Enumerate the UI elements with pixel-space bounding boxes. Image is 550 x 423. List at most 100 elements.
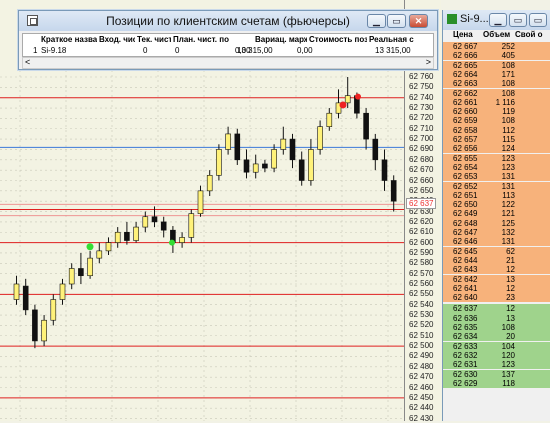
ask-row[interactable]: 62 649 121: [443, 209, 550, 219]
row-price[interactable]: 62 633: [453, 342, 477, 351]
row-price[interactable]: 62 644: [453, 256, 477, 265]
ask-row[interactable]: 62 641 12: [443, 283, 550, 293]
maximize-button[interactable]: ▭: [387, 14, 406, 28]
horizontal-scrollbar[interactable]: < >: [22, 57, 434, 69]
order-book-minimize-button[interactable]: ▁: [489, 13, 507, 27]
column-header-real[interactable]: Реальная с: [369, 35, 433, 44]
row-price[interactable]: 62 629: [453, 379, 477, 388]
ask-row[interactable]: 62 651 113: [443, 190, 550, 200]
row-price[interactable]: 62 649: [453, 209, 477, 218]
row-price[interactable]: 62 632: [453, 351, 477, 360]
ask-row[interactable]: 62 660 119: [443, 107, 550, 117]
row-volume[interactable]: 12: [489, 304, 515, 313]
row-price[interactable]: 62 667: [453, 42, 477, 51]
ask-row[interactable]: 62 648 125: [443, 218, 550, 228]
ask-row[interactable]: 62 659 108: [443, 116, 550, 126]
row-volume[interactable]: 121: [489, 209, 515, 218]
row-price[interactable]: 62 643: [453, 265, 477, 274]
row-price[interactable]: 62 645: [453, 247, 477, 256]
bid-row[interactable]: 62 631 123: [443, 360, 550, 370]
row-volume[interactable]: 104: [489, 342, 515, 351]
column-header-name[interactable]: Краткое название: [41, 35, 97, 44]
row-volume[interactable]: 137: [489, 370, 515, 379]
row-price[interactable]: 62 659: [453, 116, 477, 125]
order-book-window[interactable]: Si-9... ▁ ▭ ▭ Цена Объем Свой о 62 667 25…: [442, 10, 550, 421]
column-header-planned[interactable]: План. чист. поз.: [173, 35, 229, 44]
row-volume[interactable]: 124: [489, 144, 515, 153]
bid-row[interactable]: 62 629 118: [443, 378, 550, 388]
positions-window-titlebar[interactable]: Позиции по клиентским счетам (фьючерсы) …: [19, 11, 437, 31]
ask-row[interactable]: 62 661 1 116: [443, 97, 550, 107]
ask-row[interactable]: 62 645 62: [443, 246, 550, 256]
cell-name[interactable]: Si-9.18: [41, 46, 66, 55]
row-volume[interactable]: 120: [489, 351, 515, 360]
scroll-left-arrow[interactable]: <: [25, 57, 30, 67]
row-price[interactable]: 62 650: [453, 200, 477, 209]
bid-row[interactable]: 62 632 120: [443, 350, 550, 361]
cell-margin[interactable]: 13 315,00: [237, 46, 273, 55]
ask-row[interactable]: 62 640 23: [443, 293, 550, 303]
ask-row[interactable]: 62 662 108: [443, 88, 550, 98]
row-price[interactable]: 62 652: [453, 182, 477, 191]
row-price[interactable]: 62 636: [453, 314, 477, 323]
ask-row[interactable]: 62 646 131: [443, 237, 550, 247]
row-volume[interactable]: 115: [489, 135, 515, 144]
ask-row[interactable]: 62 665 108: [443, 60, 550, 70]
row-volume[interactable]: 13: [489, 275, 515, 284]
header-price[interactable]: Цена: [453, 30, 473, 39]
row-price[interactable]: 62 655: [453, 154, 477, 163]
column-header-current[interactable]: Тек. чист: [137, 35, 171, 44]
cell-real[interactable]: 13 315,00: [375, 46, 411, 55]
row-price[interactable]: 62 653: [453, 172, 477, 181]
cell-entry[interactable]: 0: [143, 46, 147, 55]
row-price[interactable]: 62 662: [453, 89, 477, 98]
order-book-titlebar[interactable]: Si-9... ▁ ▭ ▭: [443, 10, 550, 30]
positions-table[interactable]: Краткое название Вход. чист Тек. чист Пл…: [22, 33, 434, 57]
column-header-value[interactable]: Стоимость позиции: [309, 35, 367, 44]
header-volume[interactable]: Объем: [483, 30, 510, 39]
row-price[interactable]: 62 663: [453, 79, 477, 88]
row-price[interactable]: 62 640: [453, 293, 477, 302]
row-volume[interactable]: 108: [489, 323, 515, 332]
row-volume[interactable]: 1 116: [489, 98, 515, 107]
row-volume[interactable]: 21: [489, 256, 515, 265]
row-price[interactable]: 62 634: [453, 332, 477, 341]
ask-row[interactable]: 62 663 108: [443, 79, 550, 89]
row-volume[interactable]: 20: [489, 332, 515, 341]
row-price[interactable]: 62 658: [453, 126, 477, 135]
row-volume[interactable]: 131: [489, 237, 515, 246]
row-volume[interactable]: 123: [489, 154, 515, 163]
scroll-right-arrow[interactable]: >: [426, 57, 431, 67]
row-price[interactable]: 62 641: [453, 284, 477, 293]
row-volume[interactable]: 125: [489, 219, 515, 228]
row-price[interactable]: 62 664: [453, 70, 477, 79]
ask-row[interactable]: 62 656 124: [443, 144, 550, 154]
cell-value[interactable]: 0,00: [297, 46, 313, 55]
bid-row[interactable]: 62 637 12: [443, 304, 550, 314]
ask-row[interactable]: 62 666 405: [443, 51, 550, 61]
row-volume[interactable]: 131: [489, 182, 515, 191]
ask-row[interactable]: 62 664 171: [443, 69, 550, 80]
row-volume[interactable]: 113: [489, 191, 515, 200]
ask-row[interactable]: 62 655 123: [443, 153, 550, 163]
ask-row[interactable]: 62 657 115: [443, 135, 550, 145]
column-header-margin[interactable]: Вариац. маржа: [255, 35, 307, 44]
ask-row[interactable]: 62 667 252: [443, 42, 550, 52]
row-price[interactable]: 62 651: [453, 191, 477, 200]
row-volume[interactable]: 252: [489, 42, 515, 51]
row-price[interactable]: 62 665: [453, 61, 477, 70]
ask-row[interactable]: 62 647 132: [443, 228, 550, 238]
ask-row[interactable]: 62 643 12: [443, 265, 550, 275]
row-volume[interactable]: 123: [489, 163, 515, 172]
row-volume[interactable]: 122: [489, 200, 515, 209]
row-price[interactable]: 62 648: [453, 219, 477, 228]
row-price[interactable]: 62 635: [453, 323, 477, 332]
bid-row[interactable]: 62 635 108: [443, 323, 550, 333]
row-price[interactable]: 62 637: [453, 304, 477, 313]
row-price[interactable]: 62 660: [453, 107, 477, 116]
order-book-menu-button[interactable]: ▭: [529, 13, 547, 27]
row-volume[interactable]: 108: [489, 116, 515, 125]
header-own[interactable]: Свой о: [515, 30, 543, 39]
row-price[interactable]: 62 657: [453, 135, 477, 144]
bid-row[interactable]: 62 633 104: [443, 341, 550, 351]
